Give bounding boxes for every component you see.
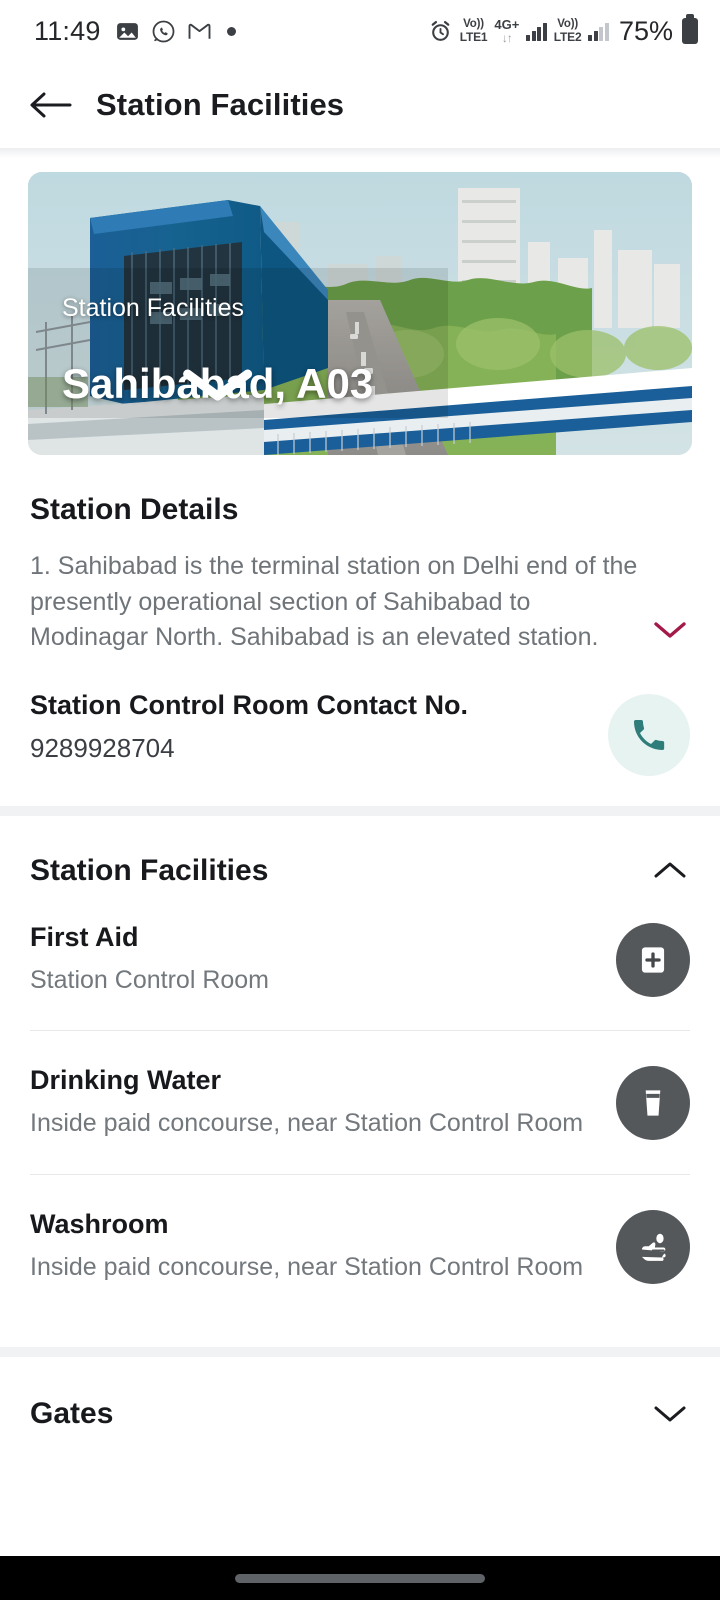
status-bar: 11:49 Vo)) LTE1 4G+ ↓↑ Vo)) LTE2 75% xyxy=(0,0,720,62)
facility-description: Inside paid concourse, near Station Cont… xyxy=(30,1109,584,1137)
facilities-list: First Aid Station Control Room Drinking … xyxy=(0,888,720,1318)
hero-section: Station Facilities Sahibabad, A03 xyxy=(0,158,720,455)
facility-texts: Washroom Inside paid concourse, near Sta… xyxy=(30,1209,616,1286)
facility-icon-badge xyxy=(616,922,690,997)
status-bar-system-icons: Vo)) LTE1 4G+ ↓↑ Vo)) LTE2 75% xyxy=(428,14,698,47)
alarm-icon xyxy=(431,20,450,41)
notification-dot-icon xyxy=(226,26,236,36)
contact-label: Station Control Room Contact No. xyxy=(30,689,468,720)
facility-description: Station Control Room xyxy=(30,965,270,994)
call-button[interactable] xyxy=(608,693,690,776)
station-selector[interactable]: Sahibabad, A03 xyxy=(62,360,373,408)
sim1-volte-indicator: Vo)) LTE1 xyxy=(459,17,488,45)
home-gesture-pill[interactable] xyxy=(235,1573,485,1583)
facility-texts: First Aid Station Control Room xyxy=(30,922,616,999)
chevron-down-icon xyxy=(183,369,253,401)
list-item[interactable]: First Aid Station Control Room xyxy=(30,888,690,1031)
facilities-section-header[interactable]: Station Facilities xyxy=(0,816,720,888)
signal-strength-sim1-icon xyxy=(526,21,547,41)
facility-icon-badge xyxy=(616,1209,690,1284)
app-bar-divider xyxy=(0,148,720,158)
page-title: Station Facilities xyxy=(96,87,345,122)
back-arrow-glyph xyxy=(30,92,72,118)
whatsapp-icon xyxy=(152,20,174,42)
android-navigation-bar xyxy=(0,1556,720,1600)
chevron-down-icon xyxy=(654,621,686,638)
gates-section-header[interactable]: Gates xyxy=(0,1357,720,1431)
chevron-up-icon xyxy=(654,862,686,877)
water-glass-icon xyxy=(645,1090,661,1116)
contact-texts: Station Control Room Contact No. 9289928… xyxy=(30,690,608,764)
network-type-indicator: 4G+ ↓↑ xyxy=(494,17,520,45)
photos-icon xyxy=(116,22,138,40)
gmail-icon xyxy=(188,23,210,39)
section-divider xyxy=(0,1347,720,1357)
sim2-volte-indicator: Vo)) LTE2 xyxy=(553,17,582,45)
phone-icon xyxy=(634,719,665,750)
scroll-content[interactable]: Station Facilities Sahibabad, A03 Statio… xyxy=(0,158,720,1556)
chevron-down-icon xyxy=(654,1406,686,1422)
hand-wash-icon xyxy=(641,1233,666,1261)
facility-texts: Drinking Water Inside paid concourse, ne… xyxy=(30,1065,616,1142)
facilities-section-title: Station Facilities xyxy=(30,853,269,887)
battery-icon xyxy=(682,14,698,44)
signal-strength-sim2-icon xyxy=(588,21,609,41)
station-contact-block: Station Control Room Contact No. 9289928… xyxy=(30,690,690,776)
station-details-section: Station Details 1. Sahibabad is the term… xyxy=(0,493,720,776)
list-item[interactable]: Drinking Water Inside paid concourse, ne… xyxy=(30,1030,690,1174)
section-divider xyxy=(0,805,720,816)
status-bar-notification-icons xyxy=(115,19,236,44)
station-details-text: 1. Sahibabad is the terminal station on … xyxy=(30,552,638,651)
facility-name: Drinking Water xyxy=(30,1065,222,1095)
battery-percentage: 75% xyxy=(618,15,673,46)
hero-overlay-label: Station Facilities xyxy=(62,294,245,322)
facility-name: Washroom xyxy=(30,1208,169,1239)
back-arrow-icon[interactable] xyxy=(30,83,74,127)
list-item[interactable]: Washroom Inside paid concourse, near Sta… xyxy=(30,1173,690,1318)
first-aid-kit-icon xyxy=(641,947,665,973)
app-screen: 11:49 Vo)) LTE1 4G+ ↓↑ Vo)) LTE2 75% Sta… xyxy=(0,0,720,1600)
gates-section-title: Gates xyxy=(30,1397,114,1430)
app-bar: Station Facilities xyxy=(0,62,720,148)
station-details-expand-button[interactable] xyxy=(650,617,690,656)
station-details-row: 1. Sahibabad is the terminal station on … xyxy=(30,527,690,656)
facility-name: First Aid xyxy=(30,921,139,952)
contact-number: 9289928704 xyxy=(30,732,175,763)
station-details-title: Station Details xyxy=(30,493,239,526)
facility-icon-badge xyxy=(616,1066,690,1141)
facility-description: Inside paid concourse, near Station Cont… xyxy=(30,1252,584,1281)
station-hero-card[interactable]: Station Facilities Sahibabad, A03 xyxy=(28,172,692,455)
status-bar-clock: 11:49 xyxy=(34,15,101,46)
